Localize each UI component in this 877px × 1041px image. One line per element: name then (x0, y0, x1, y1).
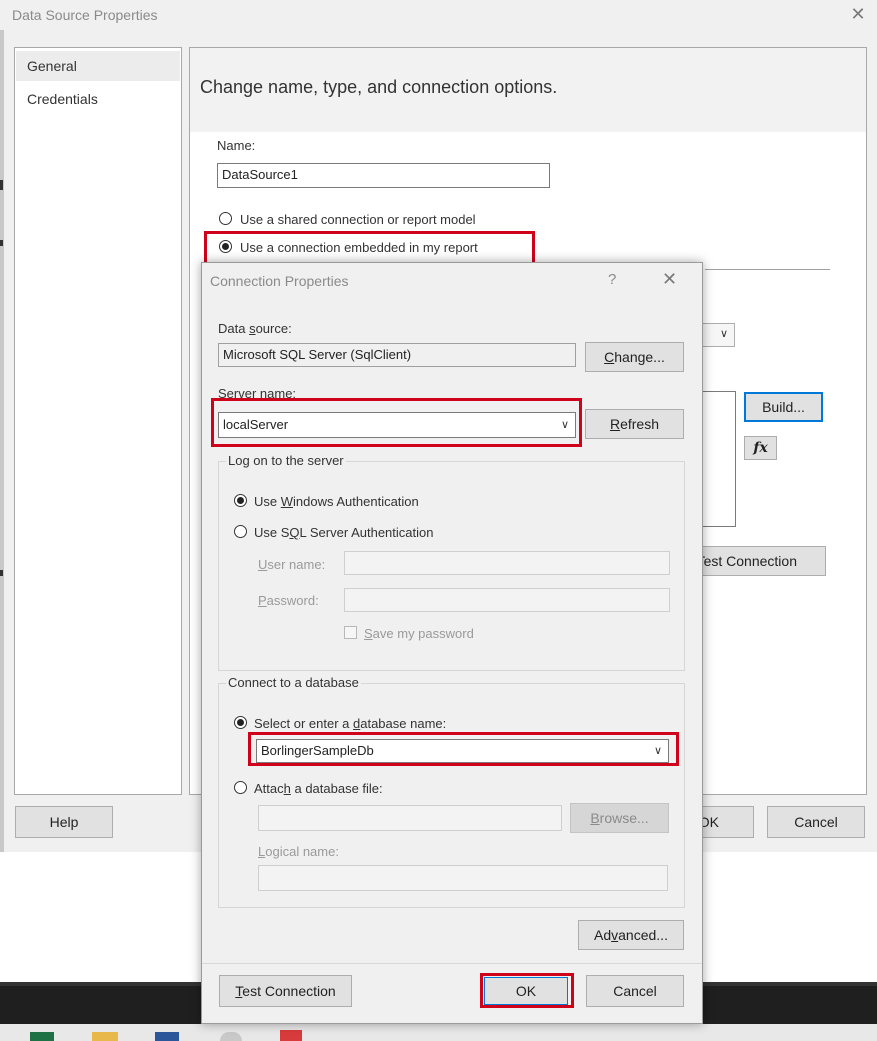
highlight-box (248, 732, 679, 766)
type-dropdown[interactable]: ∨ (701, 323, 735, 347)
nav-item-general[interactable]: General (16, 51, 180, 81)
connection-string-box[interactable] (701, 391, 736, 527)
data-source-label: Data source: (218, 321, 292, 336)
help-button[interactable]: Help (15, 806, 113, 838)
logon-group: Log on to the server Use Windows Authent… (218, 453, 685, 671)
dialog-title: Connection Properties (210, 273, 349, 289)
logical-name-label: Logical name: (258, 844, 339, 859)
change-button[interactable]: Change... (585, 342, 684, 372)
data-source-field: Microsoft SQL Server (SqlClient) (218, 343, 576, 367)
strip-mark (0, 180, 3, 190)
page-header: Change name, type, and connection option… (190, 48, 866, 132)
user-name-field[interactable] (344, 551, 670, 575)
word-icon[interactable] (155, 1032, 179, 1041)
folder-icon[interactable] (92, 1032, 118, 1041)
user-name-label: User name: (258, 557, 326, 572)
logon-group-title: Log on to the server (226, 453, 346, 468)
close-icon[interactable]: ✕ (662, 269, 677, 290)
database-group: Connect to a database Select or enter a … (218, 675, 685, 908)
browse-button[interactable]: Browse... (570, 803, 669, 833)
separator (705, 269, 830, 270)
help-icon[interactable]: ? (608, 271, 616, 288)
refresh-button[interactable]: Refresh (585, 409, 684, 439)
password-label: Password: (258, 593, 319, 608)
windows-auth-label: Use Windows Authentication (254, 494, 419, 509)
taskbar-icon-row (0, 1024, 877, 1041)
select-db-radio[interactable] (234, 716, 247, 729)
outer-test-connection-button[interactable]: Test Connection (690, 546, 826, 576)
sql-auth-radio[interactable] (234, 525, 247, 538)
shared-connection-radio[interactable] (219, 212, 232, 225)
strip-mark (0, 240, 3, 246)
chevron-down-icon: ∨ (719, 328, 728, 340)
save-password-label: Save my password (364, 626, 474, 641)
select-db-label: Select or enter a database name: (254, 716, 447, 731)
close-icon[interactable]: ✕ (848, 3, 868, 25)
fx-button[interactable]: fx (744, 436, 777, 460)
connection-properties-dialog: Connection Properties ? ✕ Data source: M… (201, 262, 703, 1024)
app-icon[interactable] (220, 1032, 242, 1041)
windows-auth-radio[interactable] (234, 494, 247, 507)
name-label: Name: (217, 138, 256, 153)
build-button[interactable]: Build... (744, 392, 823, 422)
sql-auth-label: Use SQL Server Authentication (254, 525, 434, 540)
separator (202, 963, 702, 964)
test-connection-button[interactable]: Test Connection (219, 975, 352, 1007)
attach-db-label: Attach a database file: (254, 781, 383, 796)
logical-name-field[interactable] (258, 865, 668, 891)
name-field[interactable]: DataSource1 (217, 163, 550, 188)
window-title: Data Source Properties (12, 7, 158, 23)
advanced-button[interactable]: Advanced... (578, 920, 684, 950)
highlight-box (204, 231, 535, 265)
password-field[interactable] (344, 588, 670, 612)
shared-connection-label: Use a shared connection or report model (240, 212, 476, 227)
pdf-icon[interactable] (280, 1030, 302, 1041)
nav-item-credentials[interactable]: Credentials (16, 84, 180, 114)
attach-db-radio[interactable] (234, 781, 247, 794)
page-header-text: Change name, type, and connection option… (200, 77, 558, 97)
database-group-title: Connect to a database (226, 675, 361, 690)
highlight-box (211, 398, 582, 447)
attach-db-field[interactable] (258, 805, 562, 831)
nav-panel: General Credentials (14, 47, 182, 795)
strip-mark (0, 570, 3, 576)
save-password-checkbox[interactable] (344, 626, 357, 639)
outer-cancel-button[interactable]: Cancel (767, 806, 865, 838)
background-window-strip (0, 30, 4, 852)
highlight-box (480, 973, 574, 1008)
excel-icon[interactable] (30, 1032, 54, 1041)
cancel-button[interactable]: Cancel (586, 975, 684, 1007)
